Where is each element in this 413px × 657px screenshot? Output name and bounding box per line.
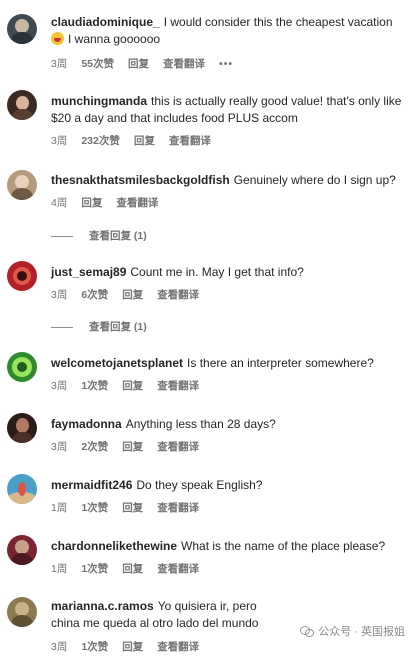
comment-text: mermaidfit246 Do they speak English? <box>51 477 407 494</box>
comment-meta: 1周 1次赞 回复 查看翻译 <box>51 500 213 515</box>
avatar[interactable] <box>7 535 37 565</box>
comment-body: Is there an interpreter somewhere? <box>187 356 374 370</box>
translate-button[interactable]: 查看翻译 <box>157 502 199 514</box>
like-count[interactable]: 232次赞 <box>81 135 120 147</box>
comment-time: 3周 <box>51 641 68 653</box>
reply-button[interactable]: 回复 <box>122 563 143 575</box>
comment-meta: 4周 回复 查看翻译 <box>51 195 172 210</box>
comment-time: 1周 <box>51 502 68 514</box>
translate-button[interactable]: 查看翻译 <box>157 641 199 653</box>
comment-username[interactable]: thesnakthatsmilesbackgoldfish <box>51 173 230 187</box>
translate-button[interactable]: 查看翻译 <box>157 441 199 453</box>
comment-username[interactable]: marianna.c.ramos <box>51 599 154 613</box>
comment-text: claudiadominique_ I would consider this t… <box>51 14 413 31</box>
reply-button[interactable]: 回复 <box>122 502 143 514</box>
comment-body: I would consider this the cheapest vacat… <box>163 15 393 29</box>
comment-time: 3周 <box>51 135 68 147</box>
avatar[interactable] <box>7 14 37 44</box>
comment-meta: 1周 1次赞 回复 查看翻译 <box>51 561 213 576</box>
avatar[interactable] <box>7 261 37 291</box>
reply-button[interactable]: 回复 <box>122 380 143 392</box>
comment-time: 3周 <box>51 289 68 301</box>
comment-meta: 3周 6次赞 回复 查看翻译 <box>51 287 213 302</box>
comment-time: 3周 <box>51 380 68 392</box>
view-replies-button[interactable]: 查看回复 (1) <box>51 319 147 334</box>
like-count[interactable]: 1次赞 <box>81 380 108 392</box>
comment-time: 4周 <box>51 197 68 209</box>
like-count[interactable]: 1次赞 <box>81 563 108 575</box>
comment-username[interactable]: mermaidfit246 <box>51 478 132 492</box>
divider-line <box>51 326 73 328</box>
like-count[interactable]: 1次赞 <box>81 641 108 653</box>
translate-button[interactable]: 查看翻译 <box>163 58 205 70</box>
grinning-face-icon <box>51 32 64 45</box>
comment-meta: 3周 1次赞 回复 查看翻译 <box>51 639 213 654</box>
comment-username[interactable]: claudiadominique_ <box>51 15 160 29</box>
comment-text: marianna.c.ramos Yo quisiera ir, pero chi… <box>51 598 263 632</box>
comment-username[interactable]: faymadonna <box>51 417 122 431</box>
comment-text: thesnakthatsmilesbackgoldfish Genuinely w… <box>51 172 407 189</box>
comment-body: Genuinely where do I sign up? <box>233 173 396 187</box>
divider-line <box>51 235 73 237</box>
reply-button[interactable]: 回复 <box>122 641 143 653</box>
reply-button[interactable]: 回复 <box>122 441 143 453</box>
comment-text: faymadonna Anything less than 28 days? <box>51 416 407 433</box>
avatar[interactable] <box>7 474 37 504</box>
watermark-text: 公众号 · 英国报姐 <box>318 626 405 638</box>
comment-text: munchingmanda this is actually really goo… <box>51 93 407 127</box>
translate-button[interactable]: 查看翻译 <box>157 380 199 392</box>
avatar[interactable] <box>7 597 37 627</box>
wechat-icon <box>300 625 315 637</box>
avatar[interactable] <box>7 90 37 120</box>
comment-username[interactable]: welcometojanetsplanet <box>51 356 183 370</box>
reply-button[interactable]: 回复 <box>122 289 143 301</box>
like-count[interactable]: 2次赞 <box>81 441 108 453</box>
translate-button[interactable]: 查看翻译 <box>157 289 199 301</box>
comment-meta: 3周 2次赞 回复 查看翻译 <box>51 439 213 454</box>
avatar[interactable] <box>7 170 37 200</box>
translate-button[interactable]: 查看翻译 <box>169 135 211 147</box>
comment-text-line2: I wanna goooooo <box>51 31 407 48</box>
comment-text: just_semaj89 Count me in. May I get that … <box>51 264 407 281</box>
reply-button[interactable]: 回复 <box>128 58 149 70</box>
comment-body: Count me in. May I get that info? <box>130 265 304 279</box>
avatar[interactable] <box>7 413 37 443</box>
comment-meta: 3周 1次赞 回复 查看翻译 <box>51 378 213 393</box>
comment-body: Anything less than 28 days? <box>125 417 276 431</box>
view-replies-button[interactable]: 查看回复 (1) <box>51 228 147 243</box>
comment-body: Do they speak English? <box>136 478 263 492</box>
reply-button[interactable]: 回复 <box>81 197 102 209</box>
comment-username[interactable]: munchingmanda <box>51 94 147 108</box>
comment-text: welcometojanetsplanet Is there an interpr… <box>51 355 407 372</box>
comment-meta: 3周 232次赞 回复 查看翻译 <box>51 133 225 148</box>
reply-button[interactable]: 回复 <box>134 135 155 147</box>
comment-text: chardonnelikethewine What is the name of … <box>51 538 407 555</box>
view-replies-label: 查看回复 (1) <box>89 230 147 242</box>
more-options-icon[interactable]: ••• <box>219 58 233 70</box>
comment-body: What is the name of the place please? <box>181 539 386 553</box>
translate-button[interactable]: 查看翻译 <box>116 197 158 209</box>
comment-time: 3周 <box>51 58 68 70</box>
comment-username[interactable]: just_semaj89 <box>51 265 126 279</box>
translate-button[interactable]: 查看翻译 <box>157 563 199 575</box>
watermark: 公众号 · 英国报姐 <box>300 623 405 639</box>
like-count[interactable]: 6次赞 <box>81 289 108 301</box>
comment-username[interactable]: chardonnelikethewine <box>51 539 177 553</box>
view-replies-label: 查看回复 (1) <box>89 321 147 333</box>
avatar[interactable] <box>7 352 37 382</box>
like-count[interactable]: 1次赞 <box>81 502 108 514</box>
comment-body-continued: I wanna goooooo <box>68 32 161 46</box>
comment-meta: 3周 55次赞 回复 查看翻译 ••• <box>51 56 247 71</box>
like-count[interactable]: 55次赞 <box>81 58 114 70</box>
comment-time: 1周 <box>51 563 68 575</box>
comment-time: 3周 <box>51 441 68 453</box>
